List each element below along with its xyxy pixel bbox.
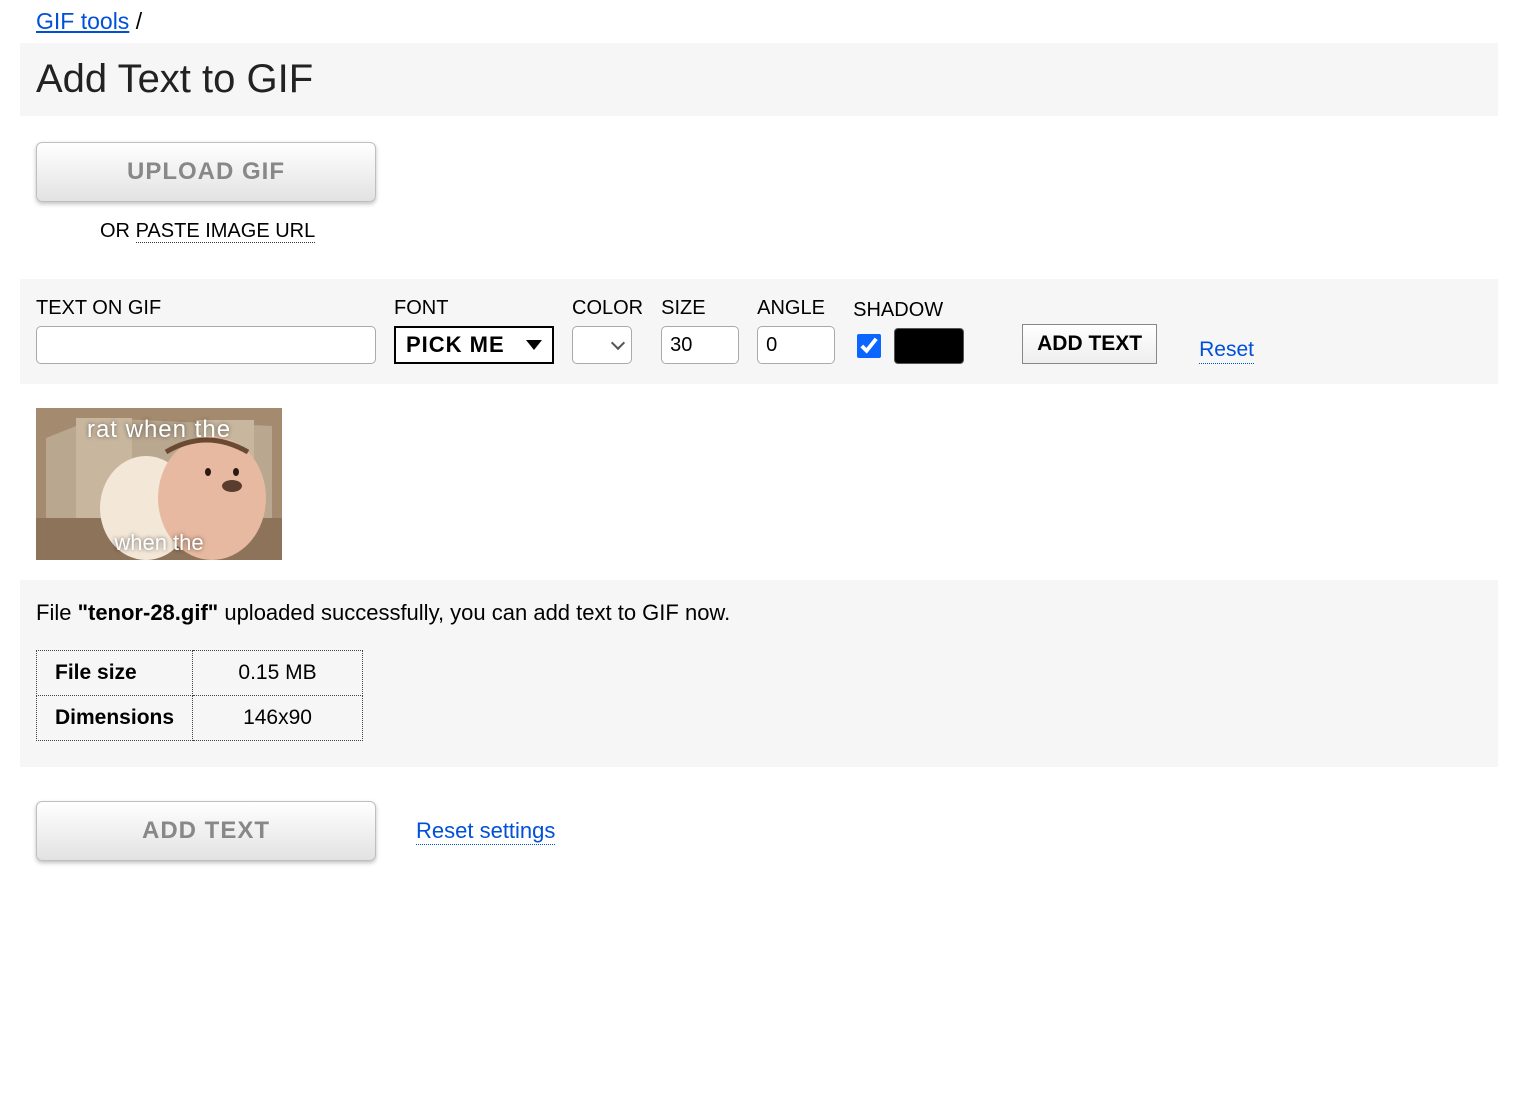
gif-caption-top: rat when the <box>36 416 282 444</box>
angle-input[interactable] <box>757 326 835 364</box>
size-input[interactable] <box>661 326 739 364</box>
breadcrumb-link[interactable]: GIF tools <box>36 8 129 34</box>
or-paste-row: OR PASTE IMAGE URL <box>36 220 1482 243</box>
angle-label: ANGLE <box>757 297 835 320</box>
caret-down-icon <box>526 340 542 350</box>
breadcrumb: GIF tools / <box>20 0 1498 39</box>
text-on-gif-label: TEXT ON GIF <box>36 297 376 320</box>
preview-row: rat when the when the <box>20 384 1498 570</box>
chevron-down-icon <box>611 336 625 350</box>
reset-settings-link[interactable]: Reset settings <box>416 818 555 845</box>
shadow-color-swatch[interactable] <box>894 328 964 364</box>
gif-caption-bottom: when the <box>36 530 282 556</box>
upload-gif-button[interactable]: UPLOAD GIF <box>36 142 376 202</box>
font-select[interactable]: PICK ME <box>394 326 554 364</box>
upload-section: UPLOAD GIF OR PASTE IMAGE URL <box>20 116 1498 253</box>
shadow-checkbox[interactable] <box>857 334 881 358</box>
table-row: File size 0.15 MB <box>37 651 363 696</box>
or-prefix: OR <box>100 220 136 242</box>
reset-link[interactable]: Reset <box>1199 338 1254 364</box>
dimensions-label: Dimensions <box>37 696 193 741</box>
gif-preview: rat when the when the <box>36 408 282 560</box>
file-size-label: File size <box>37 651 193 696</box>
size-label: SIZE <box>661 297 739 320</box>
table-row: Dimensions 146x90 <box>37 696 363 741</box>
breadcrumb-sep: / <box>129 8 142 34</box>
status-box: File "tenor-28.gif" uploaded successfull… <box>20 580 1498 767</box>
status-filename: "tenor-28.gif" <box>78 600 219 625</box>
upload-status-message: File "tenor-28.gif" uploaded successfull… <box>36 600 1482 626</box>
page-title: Add Text to GIF <box>36 57 1482 102</box>
font-select-value: PICK ME <box>406 332 505 358</box>
status-suffix: uploaded successfully, you can add text … <box>218 600 730 625</box>
add-text-button-bottom[interactable]: ADD TEXT <box>36 801 376 861</box>
paste-url-link[interactable]: PASTE IMAGE URL <box>136 220 316 243</box>
bottom-actions: ADD TEXT Reset settings <box>20 767 1498 861</box>
title-bar: Add Text to GIF <box>20 43 1498 116</box>
controls-bar: TEXT ON GIF FONT PICK ME COLOR SIZE ANGL… <box>20 279 1498 384</box>
shadow-label: SHADOW <box>853 299 964 322</box>
add-text-button[interactable]: ADD TEXT <box>1022 324 1157 364</box>
font-label: FONT <box>394 297 554 320</box>
status-prefix: File <box>36 600 78 625</box>
file-info-table: File size 0.15 MB Dimensions 146x90 <box>36 650 363 741</box>
text-on-gif-input[interactable] <box>36 326 376 364</box>
file-size-value: 0.15 MB <box>193 651 363 696</box>
color-label: COLOR <box>572 297 643 320</box>
dimensions-value: 146x90 <box>193 696 363 741</box>
color-select[interactable] <box>572 326 632 364</box>
